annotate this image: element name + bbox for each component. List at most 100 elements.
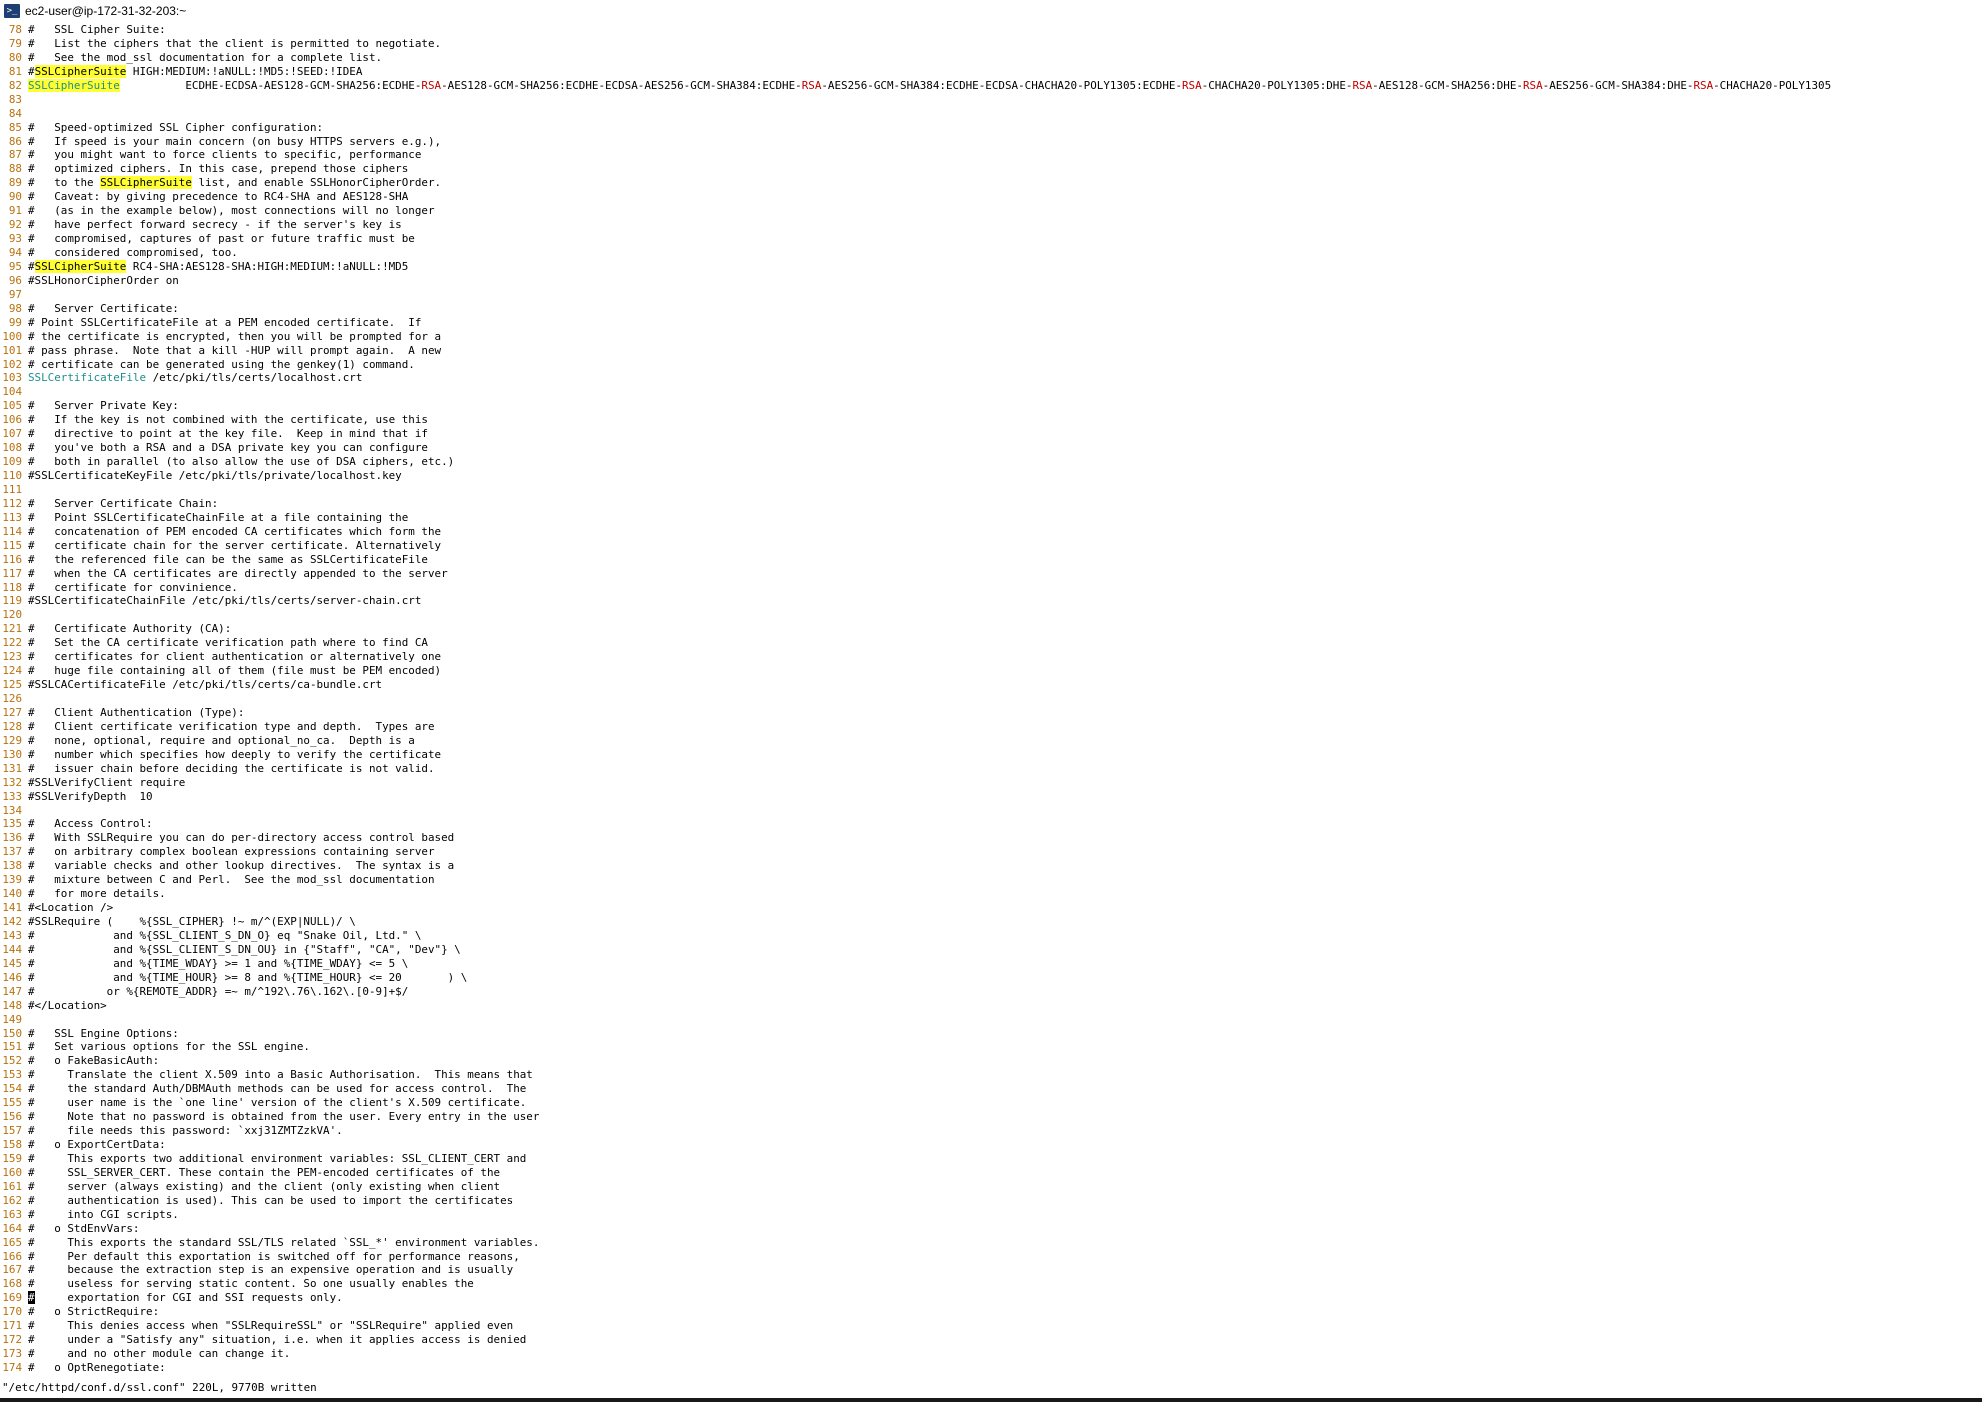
editor-line[interactable]: 96 #SSLHonorCipherOrder on xyxy=(0,274,1982,288)
editor-line[interactable]: 117 # when the CA certificates are direct… xyxy=(0,567,1982,581)
editor-line[interactable]: 94 # considered compromised, too. xyxy=(0,246,1982,260)
editor-line[interactable]: 93 # compromised, captures of past or fut… xyxy=(0,232,1982,246)
editor-line[interactable]: 100 # the certificate is encrypted, then … xyxy=(0,330,1982,344)
editor-line[interactable]: 161 # server (always existing) and the cl… xyxy=(0,1180,1982,1194)
editor-line[interactable]: 155 # user name is the `one line' version… xyxy=(0,1096,1982,1110)
editor-line[interactable]: 132 #SSLVerifyClient require xyxy=(0,776,1982,790)
editor-line[interactable]: 157 # file needs this password: `xxj31ZMT… xyxy=(0,1124,1982,1138)
editor-line[interactable]: 120 xyxy=(0,608,1982,622)
editor-line[interactable]: 98 # Server Certificate: xyxy=(0,302,1982,316)
editor-line[interactable]: 113 # Point SSLCertificateChainFile at a … xyxy=(0,511,1982,525)
editor-line[interactable]: 142 #SSLRequire ( %{SSL_CIPHER} !~ m/^(EX… xyxy=(0,915,1982,929)
editor-line[interactable]: 125 #SSLCACertificateFile /etc/pki/tls/ce… xyxy=(0,678,1982,692)
editor-line[interactable]: 130 # number which specifies how deeply t… xyxy=(0,748,1982,762)
editor-line[interactable]: 101 # pass phrase. Note that a kill -HUP … xyxy=(0,344,1982,358)
editor-line[interactable]: 133 #SSLVerifyDepth 10 xyxy=(0,790,1982,804)
editor-line[interactable]: 134 xyxy=(0,804,1982,818)
editor-line[interactable]: 171 # This denies access when "SSLRequire… xyxy=(0,1319,1982,1333)
editor-line[interactable]: 127 # Client Authentication (Type): xyxy=(0,706,1982,720)
line-number: 167 xyxy=(2,1263,22,1277)
editor-line[interactable]: 102 # certificate can be generated using … xyxy=(0,358,1982,372)
editor-line[interactable]: 159 # This exports two additional environ… xyxy=(0,1152,1982,1166)
vim-editor[interactable]: 78 # SSL Cipher Suite: 79 # List the cipher… xyxy=(0,23,1982,1375)
editor-line[interactable]: 105 # Server Private Key: xyxy=(0,399,1982,413)
editor-line[interactable]: 115 # certificate chain for the server ce… xyxy=(0,539,1982,553)
editor-line[interactable]: 112 # Server Certificate Chain: xyxy=(0,497,1982,511)
editor-line[interactable]: 87 # you might want to force clients to s… xyxy=(0,148,1982,162)
line-number: 112 xyxy=(2,496,22,510)
editor-line[interactable]: 170 # o StrictRequire: xyxy=(0,1305,1982,1319)
editor-line[interactable]: 129 # none, optional, require and optiona… xyxy=(0,734,1982,748)
editor-line[interactable]: 103 SSLCertificateFile /etc/pki/tls/certs… xyxy=(0,371,1982,385)
editor-line[interactable]: 144 # and %{SSL_CLIENT_S_DN_OU} in {"Staf… xyxy=(0,943,1982,957)
editor-line[interactable]: 139 # mixture between C and Perl. See the… xyxy=(0,873,1982,887)
editor-line[interactable]: 107 # directive to point at the key file.… xyxy=(0,427,1982,441)
editor-line[interactable]: 80 # See the mod_ssl documentation for a … xyxy=(0,51,1982,65)
editor-line[interactable]: 83 xyxy=(0,93,1982,107)
editor-line[interactable]: 131 # issuer chain before deciding the ce… xyxy=(0,762,1982,776)
editor-line[interactable]: 84 xyxy=(0,107,1982,121)
editor-line[interactable]: 78 # SSL Cipher Suite: xyxy=(0,23,1982,37)
editor-line[interactable]: 150 # SSL Engine Options: xyxy=(0,1027,1982,1041)
editor-line[interactable]: 165 # This exports the standard SSL/TLS r… xyxy=(0,1236,1982,1250)
editor-line[interactable]: 126 xyxy=(0,692,1982,706)
editor-line[interactable]: 108 # you've both a RSA and a DSA private… xyxy=(0,441,1982,455)
editor-line[interactable]: 154 # the standard Auth/DBMAuth methods c… xyxy=(0,1082,1982,1096)
editor-line[interactable]: 148 #</Location> xyxy=(0,999,1982,1013)
editor-line[interactable]: 140 # for more details. xyxy=(0,887,1982,901)
editor-line[interactable]: 151 # Set various options for the SSL eng… xyxy=(0,1040,1982,1054)
editor-line[interactable]: 91 # (as in the example below), most conn… xyxy=(0,204,1982,218)
editor-line[interactable]: 160 # SSL_SERVER_CERT. These contain the … xyxy=(0,1166,1982,1180)
editor-line[interactable]: 156 # Note that no password is obtained f… xyxy=(0,1110,1982,1124)
editor-line[interactable]: 153 # Translate the client X.509 into a B… xyxy=(0,1068,1982,1082)
editor-line[interactable]: 173 # and no other module can change it. xyxy=(0,1347,1982,1361)
editor-line[interactable]: 123 # certificates for client authenticat… xyxy=(0,650,1982,664)
editor-line[interactable]: 172 # under a "Satisfy any" situation, i.… xyxy=(0,1333,1982,1347)
editor-line[interactable]: 119 #SSLCertificateChainFile /etc/pki/tls… xyxy=(0,594,1982,608)
editor-line[interactable]: 141 #<Location /> xyxy=(0,901,1982,915)
editor-line[interactable]: 92 # have perfect forward secrecy - if th… xyxy=(0,218,1982,232)
editor-line[interactable]: 97 xyxy=(0,288,1982,302)
editor-line[interactable]: 114 # concatenation of PEM encoded CA cer… xyxy=(0,525,1982,539)
editor-line[interactable]: 143 # and %{SSL_CLIENT_S_DN_O} eq "Snake … xyxy=(0,929,1982,943)
editor-line[interactable]: 169 # exportation for CGI and SSI request… xyxy=(0,1291,1982,1305)
editor-line[interactable]: 167 # because the extraction step is an e… xyxy=(0,1263,1982,1277)
editor-line[interactable]: 79 # List the ciphers that the client is … xyxy=(0,37,1982,51)
editor-line[interactable]: 174 # o OptRenegotiate: xyxy=(0,1361,1982,1375)
editor-line[interactable]: 146 # and %{TIME_HOUR} >= 8 and %{TIME_HO… xyxy=(0,971,1982,985)
editor-line[interactable]: 163 # into CGI scripts. xyxy=(0,1208,1982,1222)
editor-line[interactable]: 158 # o ExportCertData: xyxy=(0,1138,1982,1152)
editor-line[interactable]: 109 # both in parallel (to also allow the… xyxy=(0,455,1982,469)
editor-line[interactable]: 166 # Per default this exportation is swi… xyxy=(0,1250,1982,1264)
editor-line[interactable]: 128 # Client certificate verification typ… xyxy=(0,720,1982,734)
editor-line[interactable]: 95 #SSLCipherSuite RC4-SHA:AES128-SHA:HIG… xyxy=(0,259,1982,274)
editor-line[interactable]: 116 # the referenced file can be the same… xyxy=(0,553,1982,567)
editor-line[interactable]: 85 # Speed-optimized SSL Cipher configura… xyxy=(0,121,1982,135)
editor-line[interactable]: 162 # authentication is used). This can b… xyxy=(0,1194,1982,1208)
editor-line[interactable]: 118 # certificate for convinience. xyxy=(0,581,1982,595)
editor-line[interactable]: 145 # and %{TIME_WDAY} >= 1 and %{TIME_WD… xyxy=(0,957,1982,971)
editor-line[interactable]: 149 xyxy=(0,1013,1982,1027)
editor-line[interactable]: 82 SSLCipherSuite ECDHE-ECDSA-AES128-GCM-… xyxy=(0,78,1982,93)
editor-line[interactable]: 168 # useless for serving static content.… xyxy=(0,1277,1982,1291)
editor-line[interactable]: 121 # Certificate Authority (CA): xyxy=(0,622,1982,636)
editor-line[interactable]: 111 xyxy=(0,483,1982,497)
editor-line[interactable]: 124 # huge file containing all of them (f… xyxy=(0,664,1982,678)
editor-line[interactable]: 135 # Access Control: xyxy=(0,817,1982,831)
editor-line[interactable]: 136 # With SSLRequire you can do per-dire… xyxy=(0,831,1982,845)
editor-line[interactable]: 99 # Point SSLCertificateFile at a PEM en… xyxy=(0,316,1982,330)
editor-line[interactable]: 88 # optimized ciphers. In this case, pre… xyxy=(0,162,1982,176)
editor-line[interactable]: 81 #SSLCipherSuite HIGH:MEDIUM:!aNULL:!MD… xyxy=(0,64,1982,79)
editor-line[interactable]: 89 # to the SSLCipherSuite list, and enab… xyxy=(0,176,1982,190)
editor-line[interactable]: 110 #SSLCertificateKeyFile /etc/pki/tls/p… xyxy=(0,469,1982,483)
editor-line[interactable]: 122 # Set the CA certificate verification… xyxy=(0,636,1982,650)
editor-line[interactable]: 164 # o StdEnvVars: xyxy=(0,1222,1982,1236)
editor-line[interactable]: 138 # variable checks and other lookup di… xyxy=(0,859,1982,873)
editor-line[interactable]: 137 # on arbitrary complex boolean expres… xyxy=(0,845,1982,859)
editor-line[interactable]: 147 # or %{REMOTE_ADDR} =~ m/^192\.76\.16… xyxy=(0,985,1982,999)
editor-line[interactable]: 104 xyxy=(0,385,1982,399)
editor-line[interactable]: 86 # If speed is your main concern (on bu… xyxy=(0,135,1982,149)
editor-line[interactable]: 106 # If the key is not combined with the… xyxy=(0,413,1982,427)
editor-line[interactable]: 90 # Caveat: by giving precedence to RC4-… xyxy=(0,190,1982,204)
editor-line[interactable]: 152 # o FakeBasicAuth: xyxy=(0,1054,1982,1068)
